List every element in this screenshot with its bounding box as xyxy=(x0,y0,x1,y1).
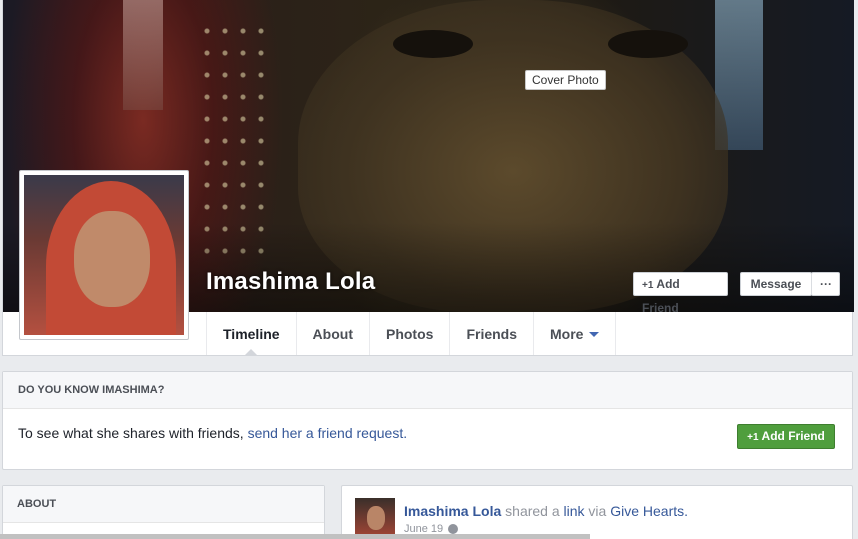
profile-tabs: Timeline About Photos Friends More xyxy=(206,312,617,356)
post-text: via xyxy=(584,503,611,519)
add-friend-icon: +1 xyxy=(747,432,759,443)
globe-icon[interactable] xyxy=(448,524,459,534)
add-friend-button[interactable]: +1 Add Friend xyxy=(633,272,728,315)
add-friend-icon: +1 xyxy=(642,280,654,291)
post-text: shared a xyxy=(501,503,564,519)
more-options-button[interactable]: ··· xyxy=(811,272,840,296)
cover-photo-tooltip: Cover Photo xyxy=(525,70,606,90)
profile-header: Cover Photo Imashima Lola +1 Add Friend M… xyxy=(2,0,854,356)
profile-picture-image xyxy=(24,175,184,335)
profile-face xyxy=(74,211,150,307)
tab-label: Timeline xyxy=(223,325,280,342)
about-header: ABOUT xyxy=(3,486,324,523)
post-app-link[interactable]: Give Hearts. xyxy=(610,503,688,519)
add-friend-green-label: Add Friend xyxy=(761,429,825,443)
cover-light xyxy=(123,0,163,110)
tab-about[interactable]: About xyxy=(295,312,369,355)
add-friend-green-button[interactable]: +1 Add Friend xyxy=(737,424,835,449)
avatar[interactable] xyxy=(355,498,395,538)
post-headline: Imashima Lola shared a link via Give Hea… xyxy=(404,503,688,519)
send-friend-request-link[interactable]: send her a friend request. xyxy=(248,425,408,441)
post-author-link[interactable]: Imashima Lola xyxy=(404,503,501,519)
message-button[interactable]: Message xyxy=(740,272,812,296)
friend-suggestion-card: DO YOU KNOW IMASHIMA? To see what she sh… xyxy=(2,371,853,470)
friend-suggestion-copy: To see what she shares with friends, xyxy=(18,425,248,441)
tab-label: About xyxy=(312,325,353,342)
tab-friends[interactable]: Friends xyxy=(449,312,533,355)
horizontal-scrollbar[interactable] xyxy=(0,534,590,539)
cover-eye xyxy=(608,30,688,58)
tab-timeline[interactable]: Timeline xyxy=(206,312,296,356)
profile-name[interactable]: Imashima Lola xyxy=(206,268,375,296)
friend-suggestion-text: To see what she shares with friends, sen… xyxy=(18,425,407,441)
chevron-down-icon xyxy=(589,332,600,337)
tab-more[interactable]: More xyxy=(533,312,617,355)
about-card: ABOUT xyxy=(2,485,325,539)
tab-label: Photos xyxy=(385,325,434,342)
friend-suggestion-header: DO YOU KNOW IMASHIMA? xyxy=(3,372,852,409)
timeline-post: Imashima Lola shared a link via Give Hea… xyxy=(341,485,853,539)
tab-label: Friends xyxy=(466,325,518,342)
tab-photos[interactable]: Photos xyxy=(368,312,449,355)
cover-eye xyxy=(393,30,473,58)
post-link-link[interactable]: link xyxy=(564,503,585,519)
profile-picture[interactable] xyxy=(19,170,189,340)
avatar-face xyxy=(367,506,385,530)
tab-label: More xyxy=(550,325,584,342)
